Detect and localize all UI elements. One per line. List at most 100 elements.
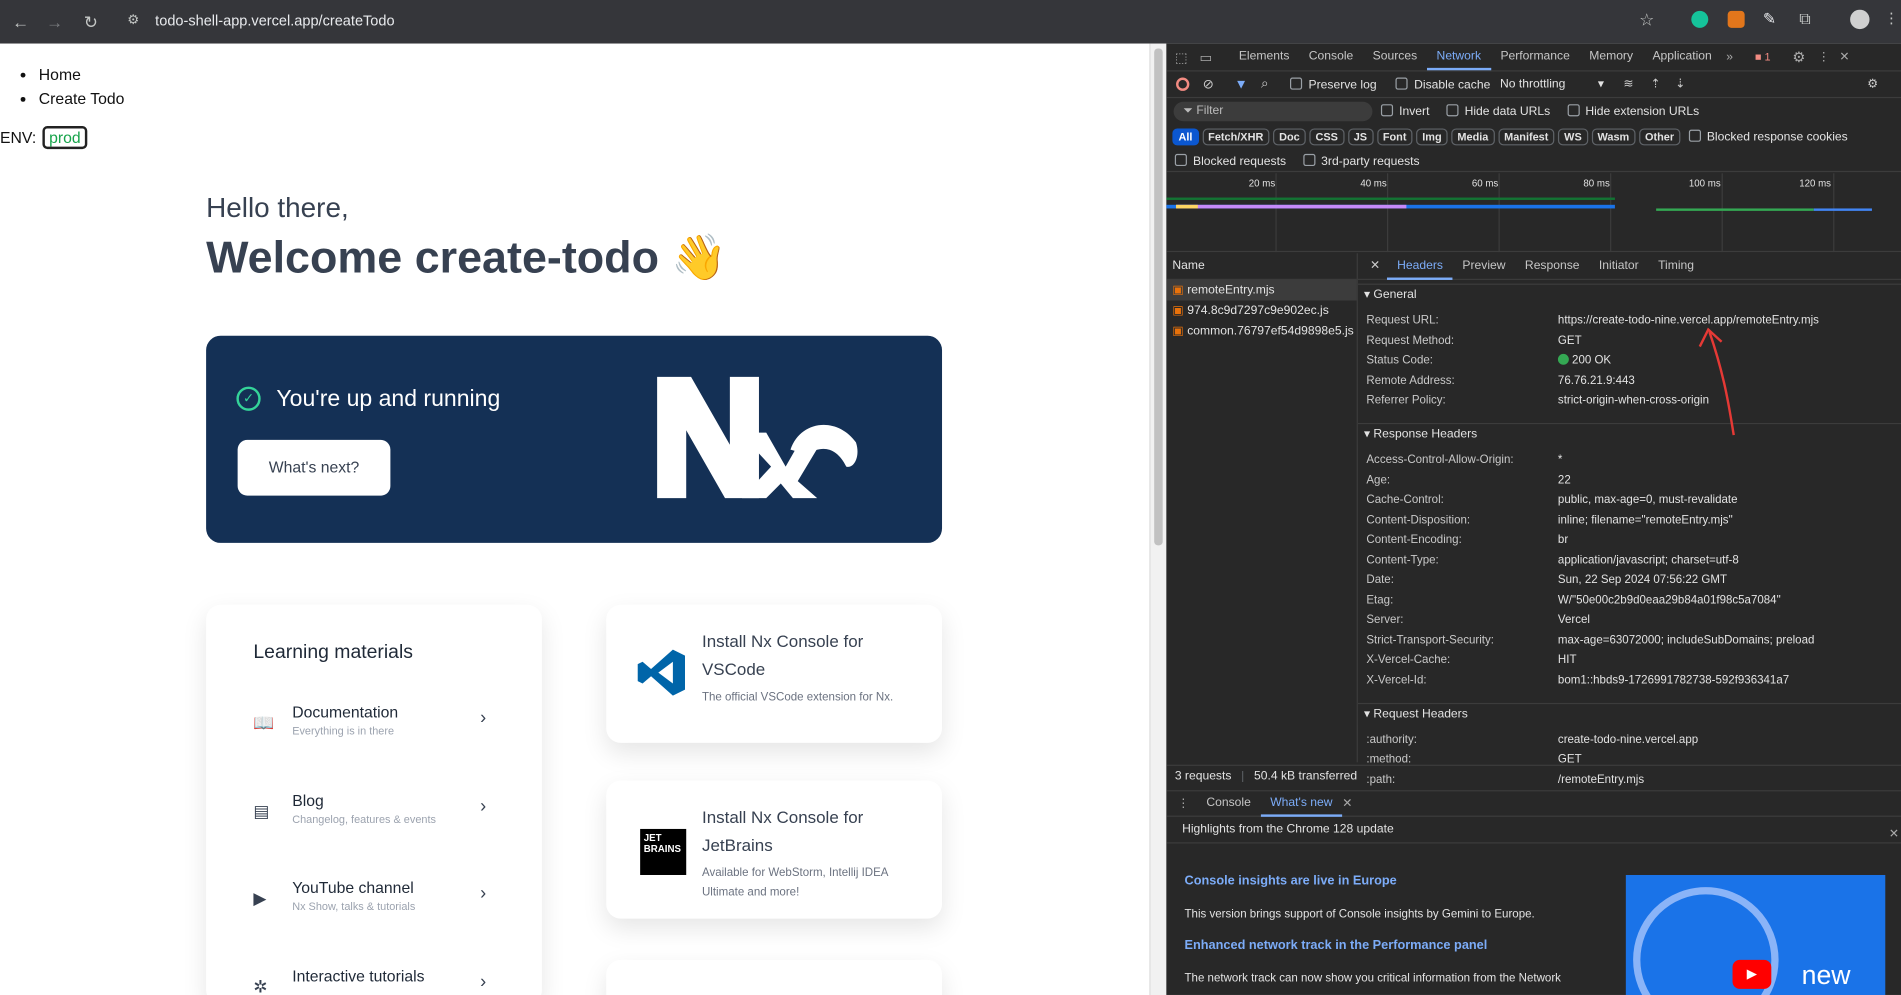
reload-icon[interactable]: ↻ [80,11,102,33]
header-value: Sun, 22 Sep 2024 07:56:22 GMT [1557,573,1727,587]
clear-icon[interactable]: ⊘ [1203,76,1214,93]
request-row[interactable]: ▣ 974.8c9d7297c9e902ec.js [1166,301,1356,322]
tab-application[interactable]: Application [1643,44,1722,71]
tab-headers[interactable]: Headers [1387,253,1453,280]
chip-fetch[interactable]: Fetch/XHR [1202,128,1270,146]
whats-next-button[interactable]: What's next? [237,439,391,496]
name-column-header[interactable]: Name [1166,253,1357,280]
chip-font[interactable]: Font [1376,128,1413,146]
blocked-cookies-checkbox[interactable]: Blocked response cookies [1688,129,1848,144]
grammarly-icon[interactable] [1691,10,1709,28]
avatar[interactable] [1850,9,1870,30]
whats-new-link[interactable]: Console insights are live in Europe [1185,874,1397,889]
forward-icon[interactable]: → [44,11,66,33]
search-icon[interactable]: ⌕ [1261,76,1268,92]
pen-icon[interactable]: ✎ [1763,10,1776,29]
env-row: ENV: prod [0,126,87,150]
page-scrollbar[interactable] [1149,43,1167,995]
site-info-icon[interactable]: ⚙ [127,12,139,28]
whats-new-link[interactable]: Enhanced network track in the Performanc… [1185,938,1488,953]
settings-gear-icon[interactable]: ⚙ [1792,48,1805,65]
device-toggle-icon[interactable]: ▭ [1200,49,1213,65]
filter-icon[interactable]: ▼ [1234,77,1247,92]
back-icon[interactable]: ← [10,11,32,33]
tab-timing[interactable]: Timing [1648,253,1703,279]
extensions-icon[interactable]: ⧉ [1799,10,1810,29]
tab-preview[interactable]: Preview [1453,253,1516,279]
header-key: Server: [1366,613,1404,627]
learning-item-tutorials[interactable]: ✲ Interactive tutorials › [253,967,508,995]
scrollbar-thumb[interactable] [1154,48,1163,546]
response-headers-section-header[interactable]: ▾ Response Headers [1357,422,1901,445]
chip-media[interactable]: Media [1451,128,1495,146]
bookmark-star-icon[interactable]: ☆ [1639,10,1654,31]
nav-create-todo-link[interactable]: Create Todo [39,87,125,111]
drawer-close-icon[interactable]: ✕ [1889,828,1899,841]
tick-label: 120 ms [1799,178,1832,190]
third-party-checkbox[interactable]: 3rd-party requests [1302,153,1420,168]
inspect-icon[interactable]: ⬚ [1175,49,1188,65]
tab-response[interactable]: Response [1515,253,1589,279]
disable-cache-checkbox[interactable]: Disable cache [1395,76,1490,91]
more-tabs-icon[interactable]: » [1726,50,1733,63]
blog-icon: ▤ [253,801,270,821]
drawer-tab-console[interactable]: Console [1197,790,1261,817]
jetbrains-icon: JET BRAINS [640,828,687,875]
address-bar[interactable]: todo-shell-app.vercel.app/createTodo [155,12,394,29]
network-conditions-icon[interactable]: ≋ [1623,78,1633,91]
general-section-header[interactable]: ▾ General [1357,283,1901,306]
chip-all[interactable]: All [1172,128,1199,146]
export-har-icon[interactable]: ⇣ [1675,78,1685,91]
import-har-icon[interactable]: ⇡ [1651,78,1661,91]
chip-css[interactable]: CSS [1309,128,1345,146]
learning-item-youtube[interactable]: ▶ YouTube channel Nx Show, talks & tutor… [253,879,508,927]
tab-network[interactable]: Network [1426,44,1491,71]
chip-other[interactable]: Other [1638,128,1681,146]
filter-input[interactable]: ⏷ Filter [1173,101,1373,122]
chip-manifest[interactable]: Manifest [1498,128,1555,146]
hide-data-urls-checkbox[interactable]: Hide data URLs [1446,104,1550,119]
tab-performance[interactable]: Performance [1491,44,1580,71]
devtools-menu-icon[interactable]: ⋮ [1818,50,1830,63]
header-key: Content-Disposition: [1366,513,1471,528]
record-icon[interactable] [1176,77,1190,91]
learning-item-blog[interactable]: ▤ Blog Changelog, features & events › [253,791,508,839]
network-settings-icon[interactable]: ⚙ [1867,78,1878,91]
hide-extension-urls-checkbox[interactable]: Hide extension URLs [1567,104,1699,119]
chip-img[interactable]: Img [1416,128,1448,146]
tab-sources[interactable]: Sources [1363,44,1427,71]
close-details-icon[interactable]: ✕ [1370,259,1380,272]
jetbrains-card[interactable]: JET BRAINS Install Nx Console for JetBra… [606,780,943,919]
chip-doc[interactable]: Doc [1273,128,1306,146]
invert-checkbox[interactable]: Invert [1380,104,1429,119]
close-devtools-icon[interactable]: ✕ [1839,50,1849,63]
request-row[interactable]: ▣ common.76797ef54d9898e5.js [1166,321,1356,342]
tab-memory[interactable]: Memory [1580,44,1643,71]
metamask-icon[interactable] [1727,10,1745,28]
menu-icon[interactable]: ⋮ [1884,10,1899,27]
nav-home-link[interactable]: Home [39,63,125,87]
tab-elements[interactable]: Elements [1229,44,1299,71]
chip-js[interactable]: JS [1347,128,1374,146]
tick-label: 20 ms [1248,178,1276,190]
tab-initiator[interactable]: Initiator [1589,253,1648,279]
chip-wasm[interactable]: Wasm [1591,128,1636,146]
drawer-tab-whats-new[interactable]: What's new [1260,790,1343,817]
issues-badge[interactable]: ■ 1 [1755,51,1771,63]
drawer-menu-icon[interactable]: ⋮ [1177,797,1189,810]
whats-new-video[interactable]: ▶ new [1625,874,1886,995]
vscode-card[interactable]: Install Nx Console for VSCode The offici… [606,604,943,743]
learning-item-title: Documentation [292,702,399,722]
throttling-select[interactable]: No throttling ▾ [1500,78,1604,91]
request-row[interactable]: ▣ remoteEntry.mjs [1166,279,1357,301]
request-headers-section-header[interactable]: ▾ Request Headers [1357,702,1901,725]
network-overview[interactable]: 20 ms 40 ms 60 ms 80 ms 100 ms 120 ms [1166,173,1901,253]
preserve-log-checkbox[interactable]: Preserve log [1290,76,1377,91]
chip-ws[interactable]: WS [1558,128,1588,146]
tab-console[interactable]: Console [1299,44,1363,71]
close-tab-icon[interactable]: ✕ [1342,797,1352,810]
blocked-requests-checkbox[interactable]: Blocked requests [1174,153,1286,168]
learning-item-documentation[interactable]: 📖 Documentation Everything is in there › [253,703,508,751]
request-list: Name ▣ remoteEntry.mjs ▣ 974.8c9d7297c9e… [1166,253,1358,763]
hide-ext-label: Hide extension URLs [1585,105,1700,119]
